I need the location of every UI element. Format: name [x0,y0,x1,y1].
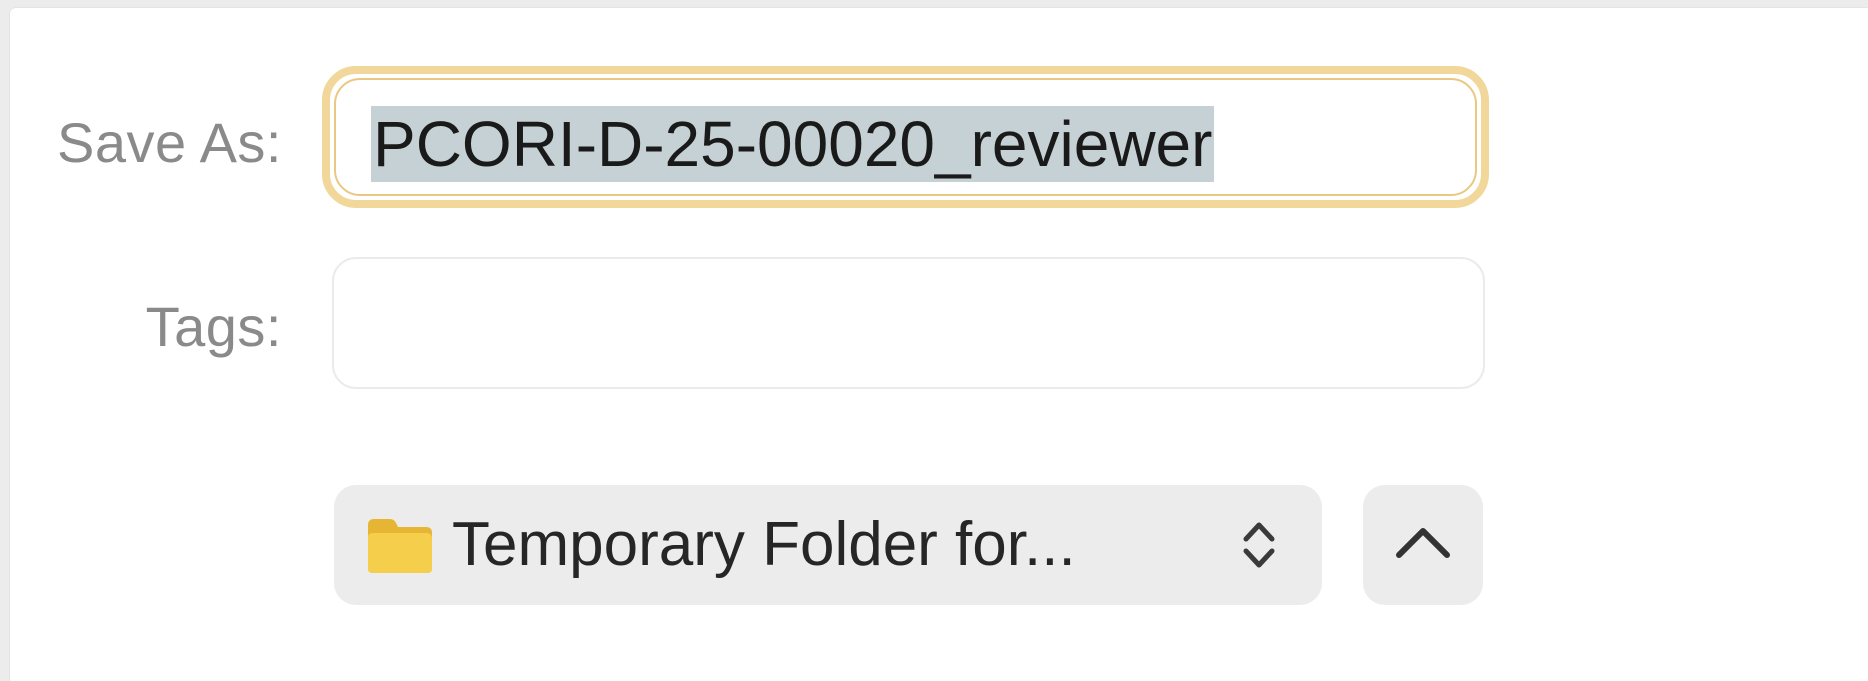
location-popup-button[interactable]: Temporary Folder for... [334,485,1322,605]
save-as-field[interactable]: PCORI-D-25-00020_reviewer [322,66,1489,208]
expand-dialog-button[interactable] [1363,485,1483,605]
folder-icon [364,515,436,577]
location-label: Temporary Folder for... [452,510,1076,579]
save-dialog: Save As: PCORI-D-25-00020_reviewer Tags:… [10,8,1868,681]
up-down-chevron-icon [1240,517,1278,573]
save-as-input-text[interactable]: PCORI-D-25-00020_reviewer [371,106,1215,182]
tags-label: Tags: [145,295,282,358]
chevron-up-icon [1393,523,1453,563]
save-as-label: Save As: [56,111,282,174]
tags-field[interactable] [332,257,1485,389]
